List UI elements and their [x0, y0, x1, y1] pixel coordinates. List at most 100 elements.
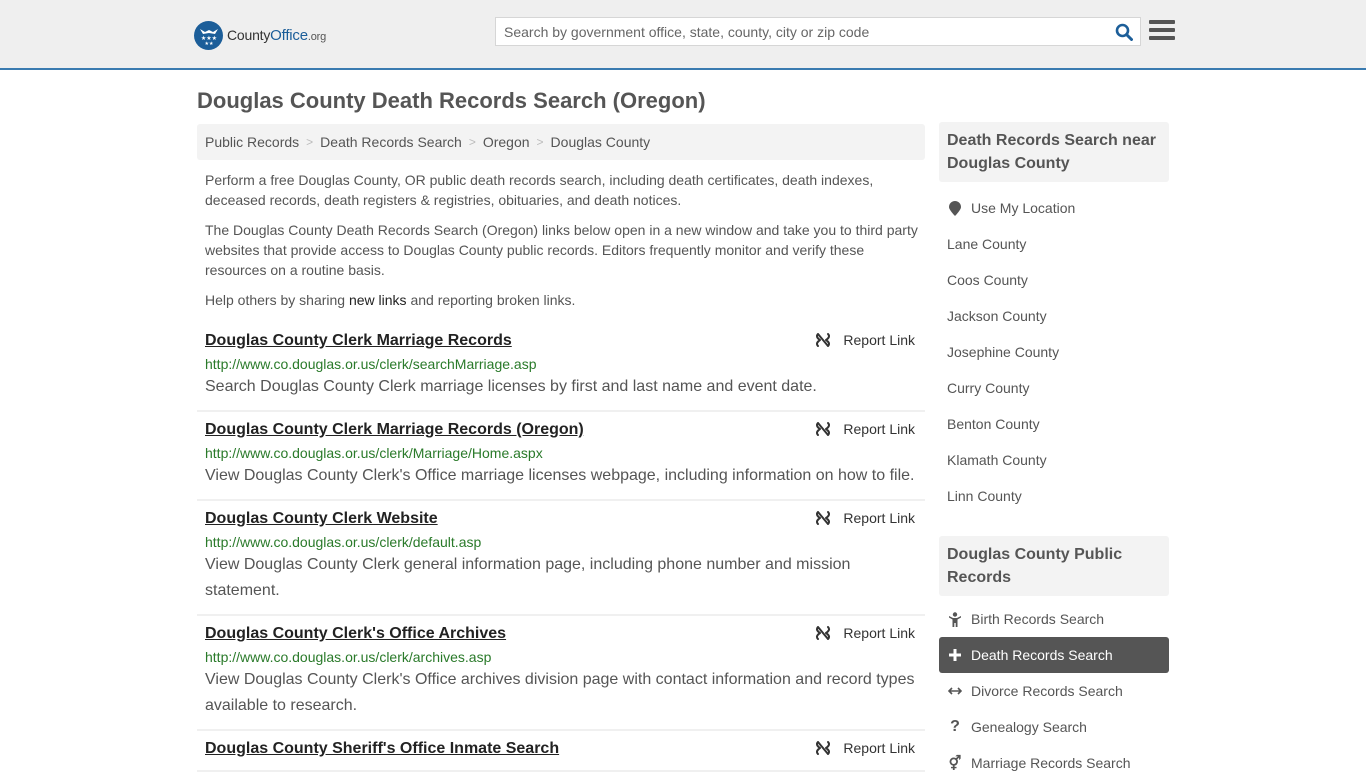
nearby-county-item: Linn County	[939, 478, 1169, 514]
menu-bar	[1149, 36, 1175, 40]
result-url: http://www.co.douglas.or.us/clerk/archiv…	[205, 649, 492, 665]
nearby-county-item: Klamath County	[939, 442, 1169, 478]
broken-link-icon	[816, 422, 831, 436]
hamburger-menu-button[interactable]	[1149, 18, 1175, 42]
result-item: Douglas County Clerk Marriage Records ht…	[197, 323, 925, 412]
report-link-button[interactable]: Report Link	[815, 625, 915, 641]
sidebar-item-birth-records: Birth Records Search	[939, 601, 1169, 637]
death-records-link[interactable]: Death Records Search	[971, 647, 1113, 663]
genealogy-link[interactable]: Genealogy Search	[971, 719, 1087, 735]
broken-link-icon	[816, 511, 831, 525]
arrows-horizontal-icon	[947, 686, 963, 696]
marriage-records-link[interactable]: Marriage Records Search	[971, 755, 1131, 771]
broken-link-icon	[816, 626, 831, 640]
nearby-county-item: Coos County	[939, 262, 1169, 298]
child-icon	[947, 611, 963, 627]
report-link-button[interactable]: Report Link	[815, 510, 915, 526]
logo-text: CountyOffice.org	[227, 26, 327, 44]
report-link-label: Report Link	[843, 332, 915, 348]
svg-text:★★: ★★	[204, 41, 213, 46]
nearby-county-item: Jackson County	[939, 298, 1169, 334]
search-icon	[1115, 23, 1133, 41]
search-button[interactable]	[1108, 18, 1140, 45]
result-title-link[interactable]: Douglas County Clerk Marriage Records	[205, 330, 512, 352]
county-link-jackson[interactable]: Jackson County	[947, 308, 1047, 324]
new-links-link[interactable]: new links	[349, 292, 407, 308]
sidebar-item-genealogy: ? Genealogy Search	[939, 709, 1169, 745]
result-description: Search Douglas County Clerk marriage lic…	[205, 378, 817, 395]
sidebar-item-death-records: Death Records Search	[939, 637, 1169, 673]
plus-icon	[947, 649, 963, 661]
public-records-heading: Douglas County Public Records	[939, 536, 1169, 596]
search-bar	[495, 17, 1141, 46]
report-link-label: Report Link	[843, 421, 915, 437]
report-link-button[interactable]: Report Link	[815, 332, 915, 348]
county-link-benton[interactable]: Benton County	[947, 416, 1040, 432]
public-records-panel: Douglas County Public Records Birth Reco…	[939, 536, 1169, 781]
result-title-link[interactable]: Douglas County Clerk Website	[205, 508, 438, 530]
result-url: http://www.co.douglas.or.us/clerk/defaul…	[205, 534, 482, 550]
result-item: Douglas County Clerk's Office Archives h…	[197, 616, 925, 731]
county-link-coos[interactable]: Coos County	[947, 272, 1028, 288]
divorce-records-link[interactable]: Divorce Records Search	[971, 683, 1123, 699]
question-icon: ?	[950, 718, 960, 735]
nearby-county-item: Benton County	[939, 406, 1169, 442]
result-item: Douglas County Clerk Marriage Records (O…	[197, 412, 925, 501]
breadcrumb-oregon[interactable]: Oregon	[483, 134, 530, 150]
breadcrumb-death-records-search[interactable]: Death Records Search	[320, 134, 462, 150]
menu-bar	[1149, 28, 1175, 32]
intro-text-part: and reporting broken links.	[406, 292, 576, 308]
result-description: View Douglas County Clerk's Office marri…	[205, 467, 915, 484]
nearby-county-item: Lane County	[939, 226, 1169, 262]
intro-text-part: Help others by sharing	[205, 292, 349, 308]
venus-mars-icon: ⚥	[948, 754, 962, 771]
county-link-lane[interactable]: Lane County	[947, 236, 1026, 252]
map-marker-icon	[947, 200, 963, 216]
result-title-link[interactable]: Douglas County Clerk's Office Archives	[205, 623, 506, 645]
result-description: View Douglas County Clerk's Office archi…	[205, 671, 915, 714]
breadcrumb-public-records[interactable]: Public Records	[205, 134, 299, 150]
result-url: http://www.co.douglas.or.us/clerk/Marria…	[205, 445, 543, 461]
nearby-county-item: Josephine County	[939, 334, 1169, 370]
county-link-klamath[interactable]: Klamath County	[947, 452, 1047, 468]
result-item: Douglas County Sheriff's Office Inmate S…	[197, 731, 925, 772]
site-logo[interactable]: ★★★ ★★ CountyOffice.org	[194, 20, 326, 50]
eagle-stars-icon: ★★★ ★★	[194, 20, 223, 50]
intro-paragraph: Perform a free Douglas County, OR public…	[205, 172, 874, 208]
use-my-location-link[interactable]: Use My Location	[971, 200, 1075, 216]
county-link-josephine[interactable]: Josephine County	[947, 344, 1059, 360]
broken-link-icon	[816, 333, 831, 347]
nearby-counties-panel: Death Records Search near Douglas County…	[939, 122, 1169, 514]
county-link-curry[interactable]: Curry County	[947, 380, 1029, 396]
report-link-button[interactable]: Report Link	[815, 740, 915, 756]
nearby-heading: Death Records Search near Douglas County	[939, 122, 1169, 182]
report-link-label: Report Link	[843, 625, 915, 641]
result-title-link[interactable]: Douglas County Sheriff's Office Inmate S…	[205, 738, 559, 760]
result-url: http://www.co.douglas.or.us/clerk/search…	[205, 356, 537, 372]
intro-text: Perform a free Douglas County, OR public…	[205, 170, 920, 320]
intro-paragraph: The Douglas County Death Records Search …	[205, 222, 918, 278]
use-my-location-item: Use My Location	[939, 190, 1169, 226]
birth-records-link[interactable]: Birth Records Search	[971, 611, 1104, 627]
breadcrumb-separator: >	[306, 135, 314, 149]
intro-paragraph: Help others by sharing new links and rep…	[205, 290, 920, 310]
broken-link-icon	[816, 741, 831, 755]
breadcrumb-separator: >	[536, 135, 544, 149]
result-item: Douglas County Clerk Website http://www.…	[197, 501, 925, 616]
report-link-label: Report Link	[843, 740, 915, 756]
breadcrumb-separator: >	[468, 135, 476, 149]
page-title: Douglas County Death Records Search (Ore…	[197, 88, 706, 113]
public-records-list: Birth Records Search Death Records Searc…	[939, 596, 1169, 781]
sidebar-item-marriage-records: ⚥ Marriage Records Search	[939, 745, 1169, 781]
nearby-list: Use My Location Lane County Coos County …	[939, 182, 1169, 514]
search-input[interactable]	[496, 18, 1108, 45]
results-list: Douglas County Clerk Marriage Records ht…	[197, 323, 925, 772]
menu-bar	[1149, 20, 1175, 24]
result-title-link[interactable]: Douglas County Clerk Marriage Records (O…	[205, 419, 584, 441]
report-link-label: Report Link	[843, 510, 915, 526]
report-link-button[interactable]: Report Link	[815, 421, 915, 437]
breadcrumb-douglas-county[interactable]: Douglas County	[551, 134, 651, 150]
breadcrumb: Public Records > Death Records Search > …	[197, 124, 925, 160]
county-link-linn[interactable]: Linn County	[947, 488, 1022, 504]
sidebar-item-divorce-records: Divorce Records Search	[939, 673, 1169, 709]
